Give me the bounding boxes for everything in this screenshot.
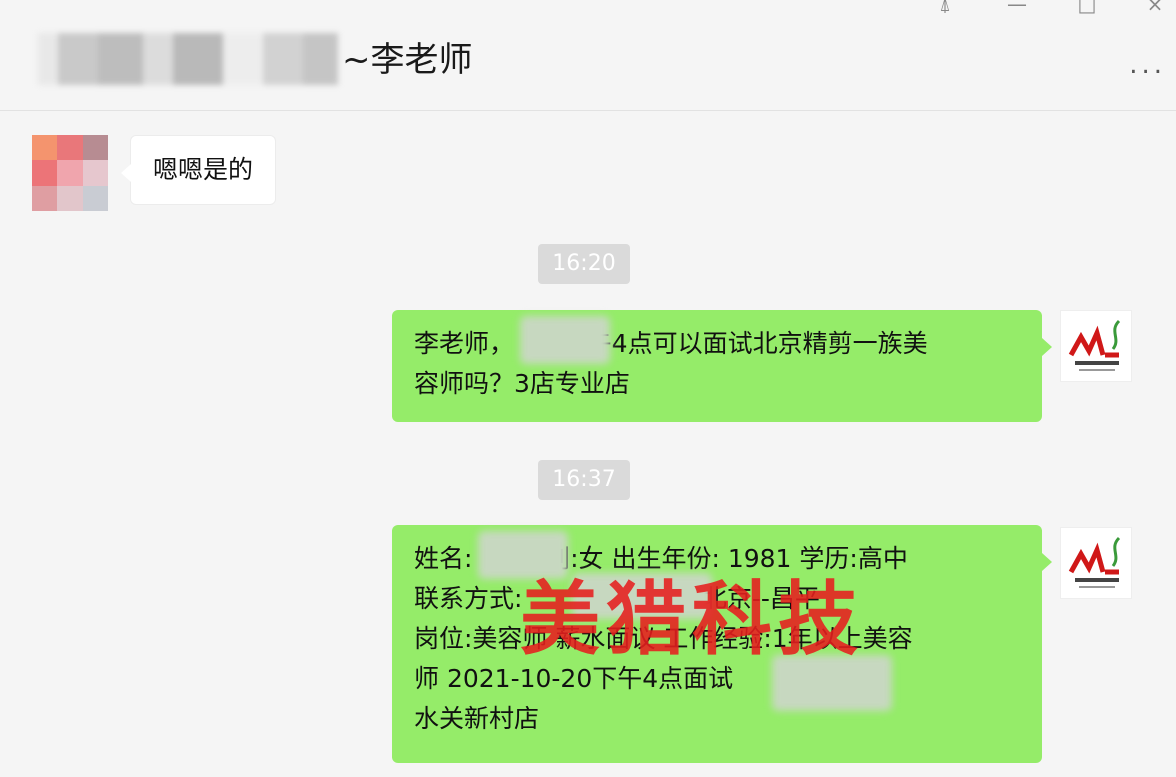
minimize-button[interactable]: — [1002,0,1032,16]
message-line: 李老师， 下午4点可以面试北京精剪一族美 [414,329,928,358]
message-line: 容师吗？3店专业店 [414,369,630,398]
received-message-bubble[interactable]: 嗯嗯是的 [120,135,277,205]
chat-title: ~李老师 [342,40,473,80]
message-text: 嗯嗯是的 [153,155,254,184]
my-avatar[interactable] [1060,310,1132,382]
watermark-text: 美猎科技 [520,573,864,666]
timestamp: 16:37 [538,460,630,500]
chat-header: ~李老师 ⍋ — □ × ... [0,0,1176,111]
pin-icon[interactable]: ⍋ [930,0,960,16]
contact-avatar[interactable] [32,135,108,211]
sent-message-bubble[interactable]: 李老师， 下午4点可以面试北京精剪一族美 容师吗？3店专业店 [392,310,1052,422]
close-button[interactable]: × [1140,0,1170,16]
more-options-button[interactable]: ... [1129,52,1166,78]
timestamp: 16:20 [538,244,630,284]
blurred-contact-name [38,33,338,85]
logo-icon [1068,536,1121,588]
maximize-button[interactable]: □ [1072,0,1102,16]
my-avatar[interactable] [1060,527,1132,599]
logo-icon [1068,319,1121,371]
message-line: 水关新村店 [414,704,540,733]
blurred-redaction [520,316,610,364]
